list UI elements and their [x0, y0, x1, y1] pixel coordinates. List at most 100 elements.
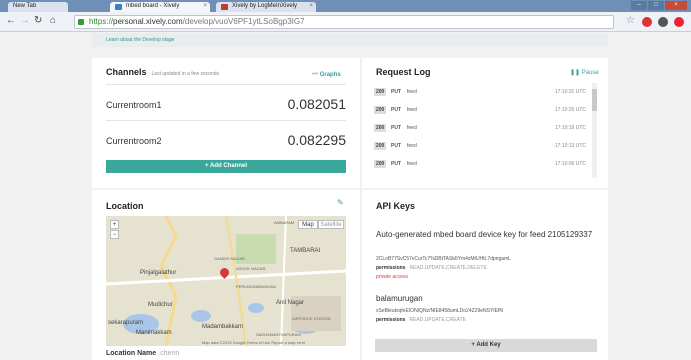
request-path: feed	[407, 161, 417, 167]
chart-line-icon: 〰	[312, 72, 319, 78]
last-updated-text: Last updated in a few seconds	[151, 71, 220, 77]
window-close-icon[interactable]: ×	[665, 1, 687, 10]
extension-icon[interactable]	[658, 17, 668, 27]
map-label: PERUNGAMBAKKAM	[236, 284, 276, 289]
develop-stage-link[interactable]: Learn about the Develop stage	[106, 37, 174, 43]
location-map[interactable]: + − Map Satellite AMBARAM GANDHI NAGAR A…	[106, 216, 346, 346]
api-key-permissions: permissions READ,UPDATE,CREATE,DELETE	[376, 265, 487, 271]
status-code: 200	[374, 88, 387, 96]
browser-tabbar: New Tab mbed board - Xively × Xively by …	[0, 0, 691, 12]
status-code: 200	[374, 124, 387, 132]
log-scrollbar[interactable]	[592, 83, 597, 178]
map-label: AMBARAM	[274, 220, 295, 225]
xively-favicon-icon	[115, 4, 122, 10]
log-row[interactable]: 200 PUT feed 17:10:31 UTC	[374, 83, 588, 101]
edit-pencil-icon[interactable]: ✎	[337, 198, 344, 207]
home-icon[interactable]: ⌂	[50, 15, 56, 26]
reload-icon[interactable]: ↻	[34, 15, 42, 26]
back-arrow-icon[interactable]: ←	[6, 15, 16, 26]
pause-icon: ❚❚	[570, 70, 581, 76]
status-code: 200	[374, 142, 387, 150]
location-name-value[interactable]: chenn	[160, 350, 179, 357]
status-code: 200	[374, 160, 387, 168]
http-method: PUT	[391, 161, 401, 167]
map-label: Mudichur	[148, 302, 173, 308]
log-row[interactable]: 200 PUT feed 17:10:25 UTC	[374, 101, 588, 119]
window-controls: – □ ×	[631, 1, 687, 10]
zoom-out-button[interactable]: −	[110, 230, 119, 239]
request-time: 17:10:25 UTC	[554, 107, 586, 113]
request-log-list[interactable]: 200 PUT feed 17:10:31 UTC 200 PUT feed 1…	[374, 83, 598, 178]
scrollbar-thumb[interactable]	[592, 89, 597, 111]
request-path: feed	[407, 143, 417, 149]
channel-name-currentroom1[interactable]: Currentroom1	[106, 100, 162, 110]
location-name-label: Location Name	[106, 350, 157, 357]
channel-name-currentroom2[interactable]: Currentroom2	[106, 136, 162, 146]
private-access-label: private access	[376, 274, 408, 280]
tab-new-tab[interactable]: New Tab	[8, 2, 68, 12]
http-method: PUT	[391, 89, 401, 95]
log-row[interactable]: 200 PUT feed 17:10:19 UTC	[374, 119, 588, 137]
map-type-satellite[interactable]: Satellite	[318, 220, 344, 229]
tab-xively-logmein[interactable]: Xively by LogMeInXively ×	[216, 2, 316, 12]
location-name-row: Location Name chenn	[106, 350, 179, 357]
tab-title: Xively by LogMeInXively	[232, 3, 298, 9]
channel-value-currentroom2: 0.082295	[287, 132, 346, 148]
tab-mbed-board[interactable]: mbed board - Xively ×	[110, 2, 210, 12]
map-type-map[interactable]: Map	[298, 220, 318, 229]
divider	[106, 120, 346, 121]
graphs-link[interactable]: 〰 Graphs	[312, 69, 341, 78]
minimize-icon[interactable]: –	[631, 1, 647, 10]
map-label: SADHANANTHAPURAM	[256, 332, 301, 337]
map-attribution[interactable]: Map data ©2015 Google Terms of Use Repor…	[202, 340, 305, 345]
extension-icon[interactable]	[642, 17, 652, 27]
map-label: Anil Nagar	[276, 300, 305, 306]
http-method: PUT	[391, 125, 401, 131]
request-path: feed	[407, 107, 417, 113]
plus-icon: +	[205, 163, 209, 169]
api-key-description: Auto-generated mbed board device key for…	[376, 230, 593, 239]
address-bar[interactable]: https://personal.xively.com/develop/vuoV…	[74, 15, 614, 29]
log-row[interactable]: 200 PUT feed 17:10:13 UTC	[374, 137, 588, 155]
add-channel-button[interactable]: + Add Channel	[106, 160, 346, 173]
add-key-button[interactable]: + Add Key	[375, 339, 597, 352]
url-path: /develop/vuoV6PF1ytLSoBgp3IG7	[182, 17, 305, 26]
api-keys-title: API Keys	[376, 201, 416, 211]
map-label: AIRFORCE STATION	[292, 316, 331, 321]
channels-title: Channels Last updated in a few seconds	[106, 67, 220, 77]
channel-value-currentroom1: 0.082051	[287, 96, 346, 112]
xively-favicon-icon	[221, 4, 228, 10]
map-label: Pinjalgalathur	[140, 270, 177, 276]
map-label: sekarapuram	[108, 320, 144, 326]
map-label: ASHOK NAGAR	[236, 266, 266, 271]
status-code: 200	[374, 106, 387, 114]
url-scheme: https://	[89, 17, 114, 26]
zoom-in-button[interactable]: +	[110, 220, 119, 229]
api-key-permissions: permissions READ,UPDATE,CREATE	[376, 317, 466, 323]
api-key-value[interactable]: xSeBleutxqfeEIONIQNz/NIE8458umLDo24Z29eN…	[376, 308, 503, 314]
url-host: personal.xively.com	[113, 17, 183, 26]
lock-icon	[78, 19, 84, 25]
develop-stage-banner[interactable]: Learn about the Develop stage	[92, 33, 608, 47]
browser-toolbar: ← → ↻ ⌂ https://personal.xively.com/deve…	[0, 12, 691, 32]
map-label: GANDHI NAGAR	[214, 256, 245, 261]
pause-button[interactable]: ❚❚ Pause	[570, 69, 599, 76]
request-path: feed	[407, 89, 417, 95]
map-label: Manimakkam	[136, 330, 172, 336]
api-key-value[interactable]: 2CLoB77SvC57vCurTc7%DBtTASkIIYm4zMtUHtL7…	[376, 256, 511, 262]
bookmark-star-icon[interactable]: ☆	[626, 15, 635, 26]
close-tab-icon[interactable]: ×	[309, 3, 313, 9]
plus-icon: +	[471, 342, 475, 348]
close-tab-icon[interactable]: ×	[203, 3, 207, 9]
api-key-name: balamurugan	[376, 294, 423, 303]
request-time: 17:10:06 UTC	[554, 161, 586, 167]
maximize-icon[interactable]: □	[648, 1, 664, 10]
map-label: Madambakkam	[202, 324, 244, 330]
extension-icon[interactable]	[674, 17, 684, 27]
http-method: PUT	[391, 107, 401, 113]
request-time: 17:10:13 UTC	[554, 143, 586, 149]
log-row[interactable]: 200 PUT feed 17:10:06 UTC	[374, 155, 588, 173]
request-path: feed	[407, 125, 417, 131]
map-lake	[191, 310, 211, 322]
forward-arrow-icon[interactable]: →	[20, 15, 30, 26]
